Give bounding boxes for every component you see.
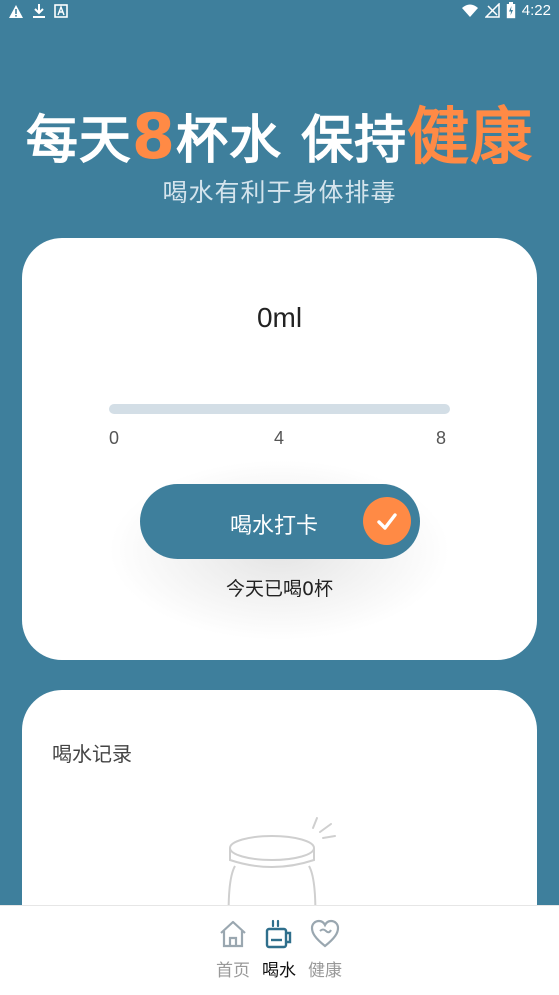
today-cup-count: 今天已喝0杯: [225, 578, 334, 600]
app-notification-icon: [54, 4, 68, 18]
page-headline: 每天8杯水 保持健康: [0, 86, 559, 176]
wifi-icon: [461, 4, 479, 18]
signal-icon: [484, 3, 500, 18]
cups-progress-bar: [109, 404, 450, 414]
nav-label-health: 健康: [308, 961, 342, 981]
bottom-nav: 首页 喝水 健康: [0, 905, 559, 995]
status-right: 4:22: [461, 2, 551, 19]
status-time: 4:22: [521, 2, 551, 19]
water-tracker-card: 0ml 0 4 8 喝水打卡 今天已喝0杯: [22, 238, 537, 660]
warning-icon: [8, 4, 24, 19]
nav-item-health[interactable]: 健康: [300, 918, 350, 981]
check-icon: [363, 497, 411, 545]
download-icon: [32, 3, 46, 19]
nav-label-home: 首页: [216, 961, 250, 981]
page-subtitle: 喝水有利于身体排毒: [162, 178, 397, 207]
drink-checkin-button[interactable]: 喝水打卡: [140, 484, 420, 559]
battery-icon: [506, 2, 516, 19]
status-left: [8, 3, 68, 19]
headline-highlight: 健康: [407, 100, 534, 173]
nav-item-home[interactable]: 首页: [208, 918, 258, 981]
water-amount: 0ml: [256, 302, 303, 333]
headline-part2: 杯水 保持: [176, 111, 408, 171]
status-bar: 4:22: [0, 0, 559, 24]
checkin-button-label: 喝水打卡: [230, 514, 319, 539]
headline-number: 8: [131, 100, 177, 173]
headline-part1: 每天: [25, 111, 132, 171]
cup-icon: [265, 919, 292, 949]
scale-label-mid: 4: [274, 428, 285, 448]
nav-item-water[interactable]: 喝水: [254, 918, 304, 981]
record-title: 喝水记录: [52, 742, 132, 766]
heart-icon: [310, 919, 340, 948]
nav-label-water: 喝水: [262, 961, 296, 981]
home-icon: [220, 920, 246, 948]
scale-label-max: 8: [436, 428, 447, 448]
scale-label-min: 0: [109, 428, 120, 448]
